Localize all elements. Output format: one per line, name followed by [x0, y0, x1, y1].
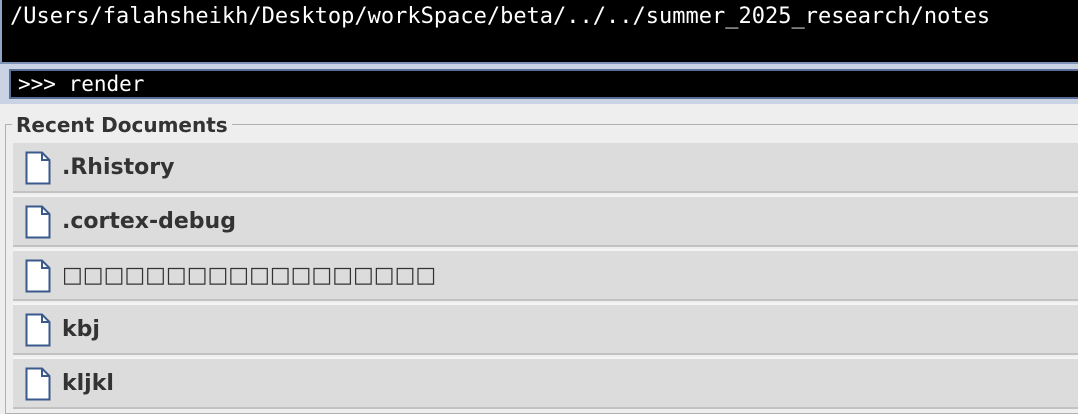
list-item[interactable]: .cortex-debug [13, 195, 1078, 247]
recent-documents-list: .Rhistory .cortex-debug □□□□□□□□□□□□□□□□… [13, 143, 1078, 411]
list-item[interactable]: .Rhistory [13, 143, 1078, 193]
recent-documents-title: Recent Documents [12, 111, 232, 139]
document-label: kljkl [62, 371, 114, 396]
document-icon [25, 313, 51, 347]
command-input[interactable]: >>> render [9, 69, 1078, 99]
document-icon [25, 259, 51, 293]
document-label: □□□□□□□□□□□□□□□□□□ [62, 263, 437, 288]
document-icon [25, 205, 51, 239]
document-label: .cortex-debug [62, 209, 236, 234]
document-label: kbj [62, 317, 100, 342]
list-item[interactable]: kbj [13, 303, 1078, 355]
document-icon [25, 151, 51, 185]
document-label: .Rhistory [62, 155, 175, 180]
list-item[interactable]: kljkl [13, 357, 1078, 409]
current-path-bar: /Users/falahsheikh/Desktop/workSpace/bet… [0, 0, 1078, 62]
current-path: /Users/falahsheikh/Desktop/workSpace/bet… [10, 4, 991, 29]
command-frame: >>> render [0, 62, 1078, 104]
list-item[interactable]: □□□□□□□□□□□□□□□□□□ [13, 249, 1078, 301]
document-icon [25, 367, 51, 401]
